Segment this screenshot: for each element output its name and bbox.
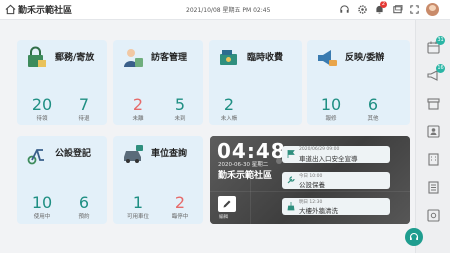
stat-value: 20 bbox=[31, 95, 53, 114]
exercise-bike-icon bbox=[27, 149, 44, 165]
note-time: 2020/06/29 09:00 bbox=[299, 147, 340, 152]
stat-value: 5 bbox=[174, 95, 186, 114]
stat-value: 2 bbox=[174, 193, 186, 212]
cash-register-icon bbox=[220, 50, 237, 65]
card-title: 車位查詢 bbox=[151, 149, 188, 159]
megaphone-icon bbox=[318, 50, 337, 66]
megaphone-badge: 16 bbox=[436, 64, 445, 73]
headset-icon[interactable] bbox=[339, 4, 350, 15]
visitor-icon bbox=[124, 49, 143, 67]
stat-label: 使用中 bbox=[33, 214, 51, 220]
building-icon[interactable] bbox=[426, 152, 441, 167]
headset-icon bbox=[409, 232, 419, 240]
stat-label: 待退 bbox=[78, 116, 90, 122]
stat-label: 可用車位 bbox=[126, 214, 149, 220]
card-title: 郵務/寄放 bbox=[55, 53, 95, 63]
card-visitor[interactable]: 訪客管理 2 未離 5 未到 bbox=[113, 40, 203, 125]
community-name: 勤禾示範社區 bbox=[18, 6, 73, 16]
stat-value: 6 bbox=[367, 95, 379, 114]
flag-icon bbox=[287, 150, 295, 158]
stat-value: 1 bbox=[132, 193, 144, 212]
pencil-icon bbox=[223, 200, 231, 208]
stat-label: 未入帳 bbox=[220, 116, 238, 122]
stat-label: 預約 bbox=[78, 214, 90, 220]
note-item[interactable]: 2020/06/29 09:00 車道出入口安全宣導 bbox=[282, 146, 390, 163]
note-text: 大樓外牆清洗 bbox=[299, 207, 338, 215]
stat-label: 未離 bbox=[132, 116, 144, 122]
tools-icon bbox=[287, 176, 295, 184]
card-temp-fee[interactable]: 臨時收費 2 未入帳 bbox=[209, 40, 302, 125]
stat-label: 未到 bbox=[174, 116, 186, 122]
card-parking[interactable]: 車位查詢 1 可用車位 2 臨停中 bbox=[113, 136, 203, 224]
datetime: 2021/10/08 星期五 PM 02:45 bbox=[186, 7, 271, 14]
package-icon bbox=[28, 46, 46, 67]
card-mail[interactable]: 郵務/寄放 20 待領 7 待退 bbox=[17, 40, 107, 125]
divider bbox=[250, 176, 251, 224]
card-title: 公設登記 bbox=[55, 149, 92, 159]
support-button[interactable] bbox=[405, 228, 423, 246]
edit-label: 編輯 bbox=[219, 215, 228, 220]
fullscreen-icon[interactable] bbox=[409, 4, 420, 15]
home-icon[interactable] bbox=[5, 4, 16, 15]
note-item[interactable]: 明日 12:30 大樓外牆清洗 bbox=[282, 198, 390, 215]
note-item[interactable]: 今日 10:00 公設保養 bbox=[282, 172, 390, 189]
stat-value: 2 bbox=[223, 95, 235, 114]
stat-label: 其他 bbox=[367, 116, 379, 122]
safe-icon[interactable] bbox=[426, 208, 441, 223]
card-facility[interactable]: 公設登記 10 使用中 6 預約 bbox=[17, 136, 107, 224]
settings-icon[interactable] bbox=[357, 4, 368, 15]
avatar[interactable] bbox=[426, 3, 439, 16]
document-icon[interactable] bbox=[426, 180, 441, 195]
edit-button[interactable] bbox=[218, 196, 236, 212]
note-text: 車道出入口安全宣導 bbox=[299, 155, 358, 163]
id-card-icon[interactable] bbox=[426, 124, 441, 139]
stat-value: 6 bbox=[78, 193, 90, 212]
stat-label: 報修 bbox=[325, 116, 337, 122]
stat-label: 臨停中 bbox=[171, 214, 189, 220]
card-title: 反映/委辦 bbox=[345, 53, 385, 63]
top-bar: 勤禾示範社區 2021/10/08 星期五 PM 02:45 2 bbox=[0, 0, 450, 20]
card-feedback[interactable]: 反映/委辦 10 報修 6 其他 bbox=[307, 40, 410, 125]
notification-badge: 2 bbox=[380, 1, 387, 8]
divider bbox=[210, 191, 410, 192]
window-icon[interactable] bbox=[392, 4, 403, 15]
car-icon bbox=[124, 145, 143, 163]
stat-value: 2 bbox=[132, 95, 144, 114]
stat-value: 10 bbox=[320, 95, 342, 114]
stat-label: 待領 bbox=[36, 116, 48, 122]
stat-value: 7 bbox=[78, 95, 90, 114]
right-sidebar: 31 16 bbox=[415, 20, 450, 253]
card-title: 臨時收費 bbox=[247, 53, 284, 63]
panel-date: 2020-06-30 星期二 bbox=[218, 162, 269, 168]
calendar-badge: 31 bbox=[436, 36, 445, 45]
note-text: 公設保養 bbox=[299, 181, 325, 189]
stat-value: 10 bbox=[31, 193, 53, 212]
cleaning-icon bbox=[287, 202, 295, 211]
panel-community-name: 勤禾示範社區 bbox=[218, 171, 273, 181]
card-title: 訪客管理 bbox=[151, 53, 188, 63]
archive-icon[interactable] bbox=[426, 96, 441, 111]
